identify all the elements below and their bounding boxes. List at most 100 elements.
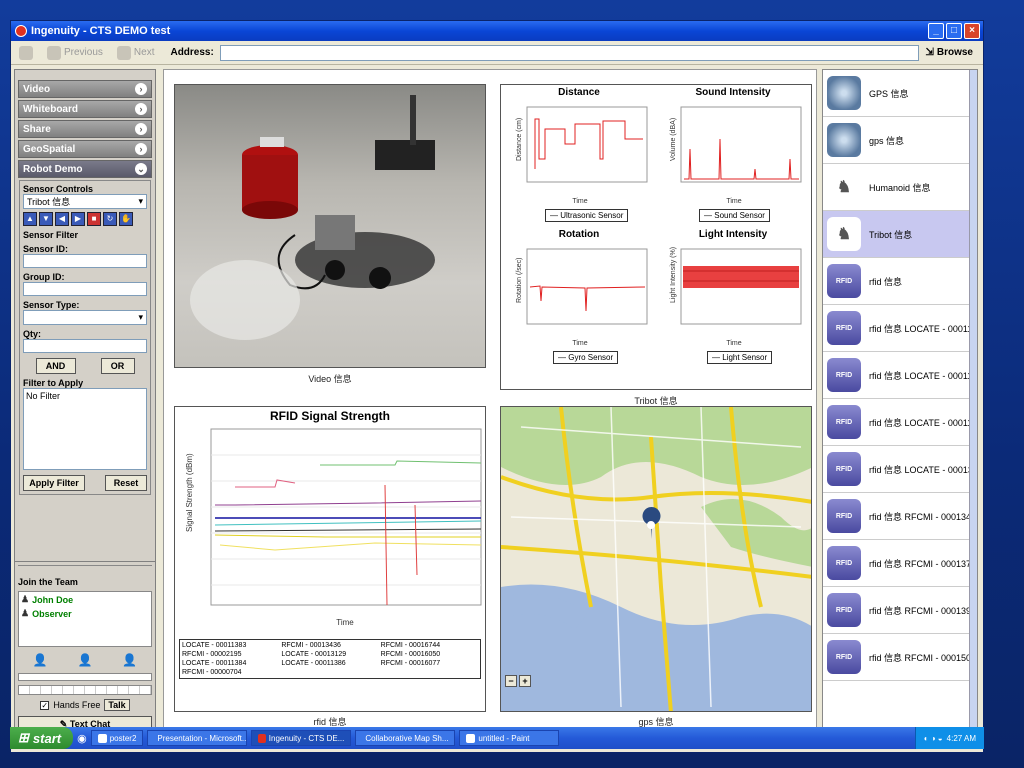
user-remove-icon[interactable]: 👤 bbox=[78, 653, 93, 667]
gps-icon bbox=[827, 76, 861, 110]
left-arrow-icon[interactable]: ◀ bbox=[55, 212, 69, 226]
legend-label: Sound Sensor bbox=[714, 211, 765, 220]
video-feed[interactable] bbox=[174, 84, 486, 368]
tray-icons[interactable]: ◐ ◑ ◒ bbox=[924, 734, 943, 743]
home-button[interactable] bbox=[15, 45, 37, 60]
zoom-out-button[interactable]: − bbox=[505, 675, 517, 687]
quicklaunch-icon[interactable]: ◉ bbox=[77, 732, 87, 745]
section-label: Video bbox=[23, 83, 51, 95]
chevron-right-icon: › bbox=[135, 83, 147, 95]
up-arrow-icon[interactable]: ▲ bbox=[23, 212, 37, 226]
gps-icon bbox=[827, 123, 861, 157]
sensor-list-item[interactable]: ♞ Tribot 信息 bbox=[823, 211, 977, 258]
sensor-list-item[interactable]: RFID rfid 信息 LOCATE - 00013 bbox=[823, 446, 977, 493]
robot-icon: ♞ bbox=[827, 217, 861, 251]
vertical-scrollbar[interactable] bbox=[969, 70, 977, 728]
talk-button[interactable]: Talk bbox=[104, 699, 130, 711]
chart-legend: — Gyro Sensor bbox=[553, 351, 619, 364]
previous-button[interactable]: Previous bbox=[43, 45, 107, 60]
rfid-icon: RFID bbox=[827, 358, 861, 392]
apply-filter-button[interactable]: Apply Filter bbox=[23, 475, 85, 491]
sensor-list: GPS 信息 gps 信息 ♞ Humanoid 信息 ♞ Tribot 信息 RFID rf… bbox=[822, 69, 978, 729]
rfid-chart: RFID Signal Strength Signal Strength (dB… bbox=[174, 406, 486, 712]
section-whiteboard[interactable]: Whiteboard › bbox=[18, 100, 152, 118]
down-arrow-icon[interactable]: ▼ bbox=[39, 212, 53, 226]
x-axis-label: Time bbox=[726, 198, 741, 205]
filter-value: No Filter bbox=[26, 391, 61, 401]
address-input[interactable] bbox=[219, 44, 920, 61]
chevron-right-icon: › bbox=[135, 123, 147, 135]
qty-input[interactable] bbox=[23, 339, 147, 353]
taskbar-item[interactable]: poster2 bbox=[90, 730, 144, 746]
windows-logo-icon: ⊞ bbox=[18, 730, 29, 745]
sensor-list-item[interactable]: ♞ Humanoid 信息 bbox=[823, 164, 977, 211]
sensor-list-item[interactable]: RFID rfid 信息 bbox=[823, 258, 977, 305]
group-id-label: Group ID: bbox=[23, 272, 65, 282]
sensor-list-item[interactable]: RFID rfid 信息 RFCMI - 000150 bbox=[823, 634, 977, 681]
task-label: Ingenuity - CTS DE... bbox=[268, 733, 345, 743]
taskbar-item[interactable]: Collaborative Map Sh... bbox=[355, 730, 456, 746]
group-id-input[interactable] bbox=[23, 282, 147, 296]
user-share-icon[interactable]: 👤 bbox=[122, 653, 137, 667]
sensor-list-item[interactable]: RFID rfid 信息 LOCATE - 00011 bbox=[823, 399, 977, 446]
grab-icon[interactable]: ✋ bbox=[119, 212, 133, 226]
x-axis-label: Time bbox=[572, 198, 587, 205]
sensor-list-item[interactable]: gps 信息 bbox=[823, 117, 977, 164]
y-axis-label: Volume (dBA) bbox=[670, 118, 677, 161]
sensor-list-item[interactable]: RFID rfid 信息 RFCMI - 000139 bbox=[823, 587, 977, 634]
app-icon bbox=[15, 25, 27, 37]
taskbar-item[interactable]: Presentation - Microsoft... bbox=[147, 730, 248, 746]
sensor-controls-title: Sensor Controls bbox=[23, 184, 94, 194]
team-member[interactable]: ♟ John Doe bbox=[21, 594, 149, 605]
right-arrow-icon[interactable]: ▶ bbox=[71, 212, 85, 226]
next-button[interactable]: Next bbox=[113, 45, 159, 60]
rotate-icon[interactable]: ↻ bbox=[103, 212, 117, 226]
task-label: Presentation - Microsoft... bbox=[157, 733, 248, 743]
start-button[interactable]: ⊞ start bbox=[10, 727, 74, 749]
member-name: John Doe bbox=[32, 594, 74, 605]
sensor-list-item[interactable]: RFID rfid 信息 LOCATE - 00011 bbox=[823, 352, 977, 399]
close-button[interactable]: × bbox=[964, 23, 980, 39]
map-view[interactable]: − + bbox=[500, 406, 812, 712]
stop-icon[interactable]: ■ bbox=[87, 212, 101, 226]
sensor-type-select[interactable]: ▾ bbox=[23, 310, 147, 325]
sensor-filter-title: Sensor Filter bbox=[23, 230, 79, 240]
taskbar-item[interactable]: Ingenuity - CTS DE... bbox=[251, 730, 352, 746]
section-geospatial[interactable]: GeoSpatial › bbox=[18, 140, 152, 158]
sensor-list-item[interactable]: GPS 信息 bbox=[823, 70, 977, 117]
taskbar-item[interactable]: untitled - Paint bbox=[459, 730, 560, 746]
sensor-id-input[interactable] bbox=[23, 254, 147, 268]
section-share[interactable]: Share › bbox=[18, 120, 152, 138]
map-image bbox=[501, 407, 811, 711]
legend-label: Light Sensor bbox=[722, 353, 768, 362]
rfid-icon: RFID bbox=[827, 499, 861, 533]
section-robot-demo[interactable]: Robot Demo ⌄ bbox=[18, 160, 152, 178]
maximize-button[interactable]: □ bbox=[946, 23, 962, 39]
browse-button[interactable]: ⇲ Browse bbox=[925, 47, 973, 58]
light-chart: Light Intensity Light Intensity (%) Time… bbox=[659, 227, 807, 377]
user-add-icon[interactable]: 👤 bbox=[33, 653, 48, 667]
rotation-chart: Rotation Rotation (/sec) Time — Gyro Sen… bbox=[505, 227, 653, 377]
sensor-list-item[interactable]: RFID rfid 信息 RFCMI - 000137 bbox=[823, 540, 977, 587]
sensor-list-item[interactable]: RFID rfid 信息 RFCMI - 000134 bbox=[823, 493, 977, 540]
user-icon: ♟ bbox=[21, 594, 30, 604]
zoom-in-button[interactable]: + bbox=[519, 675, 531, 687]
volume-slider[interactable] bbox=[18, 673, 152, 681]
reset-button[interactable]: Reset bbox=[105, 475, 147, 491]
minimize-button[interactable]: _ bbox=[928, 23, 944, 39]
filter-textarea[interactable]: No Filter bbox=[23, 388, 147, 470]
team-member[interactable]: ♟ Observer bbox=[21, 608, 149, 619]
sensor-list-label: rfid 信息 RFCMI - 000139 bbox=[869, 605, 972, 616]
rfid-plot: Signal Strength (dBm) Time bbox=[185, 428, 482, 627]
handsfree-checkbox[interactable]: ✓ bbox=[40, 700, 50, 710]
or-button[interactable]: OR bbox=[100, 358, 135, 374]
section-video[interactable]: Video › bbox=[18, 80, 152, 98]
and-button[interactable]: AND bbox=[35, 358, 76, 374]
sensor-list-item[interactable]: RFID rfid 信息 LOCATE - 00011 bbox=[823, 305, 977, 352]
toolbar: Previous Next Address: ⇲ Browse bbox=[11, 41, 983, 65]
legend-item: RFCMI - 00016744 bbox=[380, 642, 441, 649]
sensor-list-label: Tribot 信息 bbox=[869, 229, 913, 240]
legend-item: RFCMI - 00000704 bbox=[182, 669, 242, 676]
qty-label: Qty: bbox=[23, 329, 41, 339]
sensor-select[interactable]: Tribot 信息 ▾ bbox=[23, 194, 147, 209]
